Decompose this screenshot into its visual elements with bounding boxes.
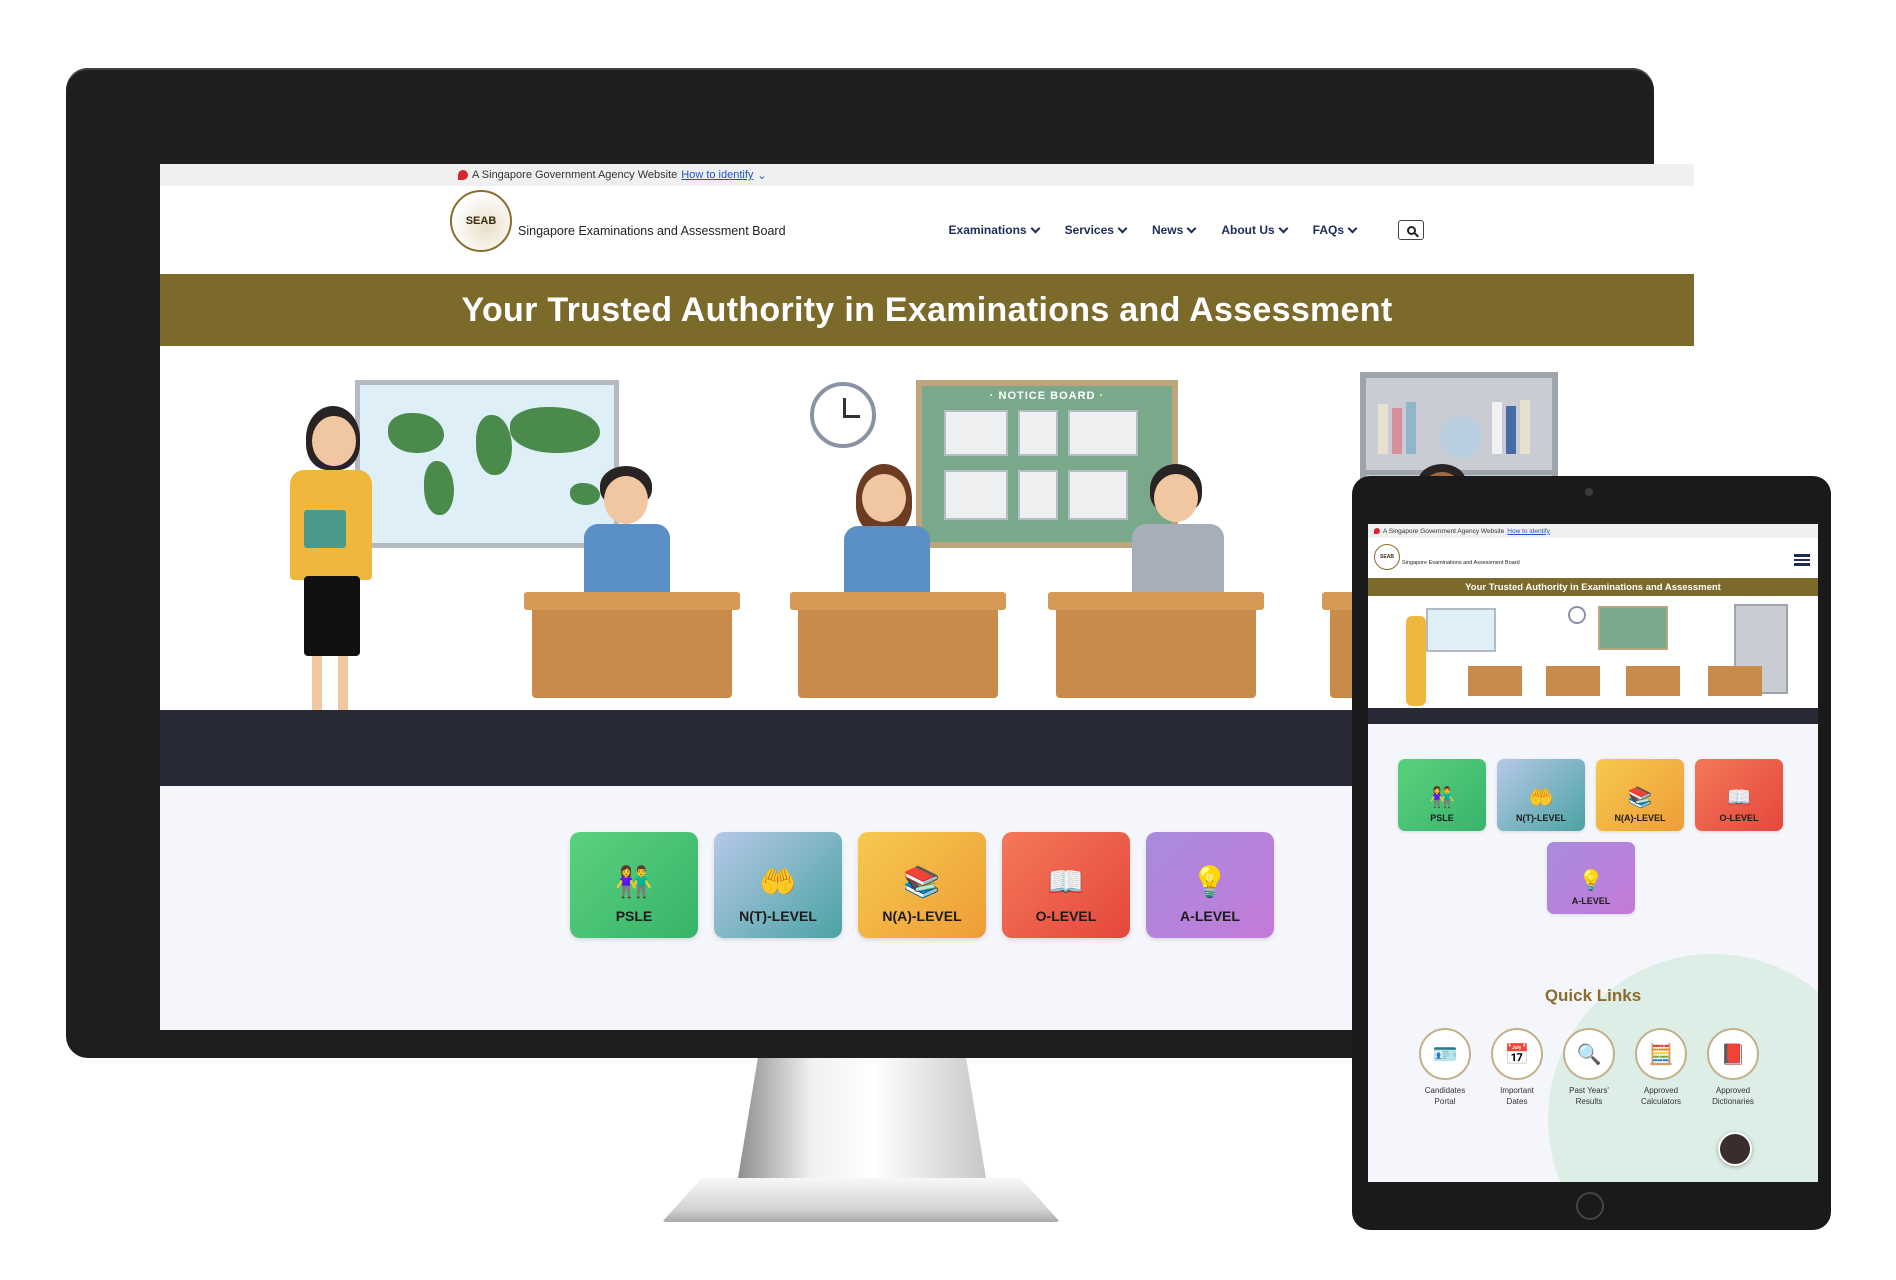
- student-illustration: [822, 464, 952, 612]
- dictionary-icon: 📕: [1707, 1028, 1759, 1080]
- quick-links-title: Quick Links: [1544, 986, 1642, 1005]
- children-icon: 👫: [1429, 787, 1455, 809]
- chevron-down-icon: [1347, 223, 1358, 233]
- chatbot-avatar-button[interactable]: [1718, 1132, 1752, 1166]
- desk-illustration: [1056, 598, 1256, 698]
- quick-link-approved-dictionaries[interactable]: 📕 Approved Dictionaries: [1706, 1028, 1760, 1107]
- exam-tiles-row: 👫 PSLE 🤲 N(T)-LEVEL 📚 N(A)-LEVEL 📖 O-LEV…: [1398, 759, 1798, 914]
- seab-seal-icon[interactable]: SEAB: [1374, 544, 1400, 570]
- quick-link-important-dates[interactable]: 📅 Important Dates: [1490, 1028, 1544, 1107]
- exam-tile-nt-level[interactable]: 🤲 N(T)-LEVEL: [714, 832, 842, 938]
- nav-examinations[interactable]: Examinations: [949, 223, 1041, 237]
- quick-link-approved-calculators[interactable]: 🧮 Approved Calculators: [1634, 1028, 1688, 1107]
- floor: [1368, 708, 1818, 724]
- id-card-icon: 🪪: [1419, 1028, 1471, 1080]
- exam-tile-o-level[interactable]: 📖 O-LEVEL: [1002, 832, 1130, 938]
- chevron-down-icon: [1278, 223, 1289, 233]
- exam-tile-o-level[interactable]: 📖 O-LEVEL: [1695, 759, 1783, 831]
- camera-icon: [1585, 488, 1593, 496]
- student-illustration: [560, 466, 700, 614]
- search-button[interactable]: [1398, 220, 1424, 240]
- hands-icon: 🤲: [759, 866, 797, 899]
- lion-head-icon: [458, 170, 468, 180]
- quick-link-candidates-portal[interactable]: 🪪 Candidates Portal: [1418, 1028, 1472, 1107]
- hero-banner: Your Trusted Authority in Examinations a…: [1368, 578, 1818, 596]
- student-illustration: [1110, 464, 1250, 612]
- monitor-stand-base: [662, 1178, 1060, 1222]
- seab-seal-icon: SEAB: [450, 190, 512, 252]
- nav-news[interactable]: News: [1152, 223, 1197, 237]
- calculator-icon: 🧮: [1635, 1028, 1687, 1080]
- exam-tile-psle[interactable]: 👫 PSLE: [1398, 759, 1486, 831]
- logo-name: Singapore Examinations and Assessment Bo…: [1402, 560, 1520, 566]
- exam-tiles-row: 👫 PSLE 🤲 N(T)-LEVEL 📚 N(A)-LEVEL 📖 O-LEV…: [570, 832, 1274, 938]
- home-button[interactable]: [1576, 1192, 1604, 1220]
- exam-tile-na-level[interactable]: 📚 N(A)-LEVEL: [1596, 759, 1684, 831]
- exam-tile-psle[interactable]: 👫 PSLE: [570, 832, 698, 938]
- nav-about-us[interactable]: About Us: [1221, 223, 1289, 237]
- how-to-identify-link[interactable]: How to identify: [681, 169, 753, 181]
- desk-illustration: [798, 598, 998, 698]
- chevron-down-icon: [1030, 223, 1041, 233]
- site-header: SEAB Singapore Examinations and Assessme…: [1368, 538, 1818, 578]
- exam-tile-a-level[interactable]: 💡 A-LEVEL: [1547, 842, 1635, 914]
- tablet-screen: A Singapore Government Agency Website Ho…: [1368, 524, 1818, 1182]
- logo-name: Singapore Examinations and Assessment Bo…: [518, 224, 786, 238]
- main-nav: Examinations Services News About Us FAQs: [949, 220, 1424, 240]
- nav-services[interactable]: Services: [1065, 223, 1128, 237]
- nav-faqs[interactable]: FAQs: [1313, 223, 1358, 237]
- chevron-down-icon: [1186, 223, 1197, 233]
- clock-illustration: [810, 382, 876, 448]
- magnifier-icon: 🔍: [1563, 1028, 1615, 1080]
- books-icon: 📚: [1627, 787, 1653, 809]
- gov-masthead: A Singapore Government Agency Website Ho…: [1368, 524, 1818, 538]
- how-to-identify-link[interactable]: How to identify: [1507, 528, 1550, 535]
- quick-link-past-years-results[interactable]: 🔍 Past Years' Results: [1562, 1028, 1616, 1107]
- teacher-illustration: [270, 406, 410, 736]
- banner-title: Your Trusted Authority in Examinations a…: [461, 290, 1393, 329]
- gov-masthead-text: A Singapore Government Agency Website: [472, 169, 678, 181]
- site-header: SEAB Singapore Examinations and Assessme…: [160, 186, 1694, 274]
- books-icon: 📚: [903, 866, 941, 899]
- banner-title: Your Trusted Authority in Examinations a…: [1465, 581, 1721, 593]
- exam-tile-a-level[interactable]: 💡 A-LEVEL: [1146, 832, 1274, 938]
- search-icon: [1406, 225, 1416, 235]
- book-stack-icon: 📖: [1726, 787, 1752, 809]
- hero-banner: Your Trusted Authority in Examinations a…: [160, 274, 1694, 346]
- chevron-down-icon[interactable]: ⌄: [757, 169, 766, 182]
- exam-tile-nt-level[interactable]: 🤲 N(T)-LEVEL: [1497, 759, 1585, 831]
- desk-illustration: [532, 598, 732, 698]
- book-stack-icon: 📖: [1047, 866, 1085, 899]
- calendar-icon: 📅: [1491, 1028, 1543, 1080]
- exam-tiles-section: 👫 PSLE 🤲 N(T)-LEVEL 📚 N(A)-LEVEL 📖 O-LEV…: [1368, 724, 1818, 1182]
- lightbulb-icon: 💡: [1578, 870, 1604, 892]
- tablet-device: A Singapore Government Agency Website Ho…: [1352, 476, 1831, 1230]
- gov-masthead: A Singapore Government Agency Website Ho…: [160, 164, 1694, 186]
- hamburger-menu-icon[interactable]: [1794, 554, 1810, 566]
- classroom-illustration: [1368, 596, 1818, 724]
- monitor-stand-neck: [738, 1058, 986, 1178]
- quick-links-row: 🪪 Candidates Portal 📅 Important Dates 🔍 …: [1418, 1028, 1760, 1107]
- hands-icon: 🤲: [1528, 787, 1554, 809]
- chevron-down-icon: [1117, 223, 1128, 233]
- lion-head-icon: [1374, 528, 1380, 534]
- children-icon: 👫: [615, 866, 653, 899]
- exam-tile-na-level[interactable]: 📚 N(A)-LEVEL: [858, 832, 986, 938]
- seab-logo[interactable]: SEAB Singapore Examinations and Assessme…: [450, 190, 786, 252]
- lightbulb-icon: 💡: [1191, 866, 1229, 899]
